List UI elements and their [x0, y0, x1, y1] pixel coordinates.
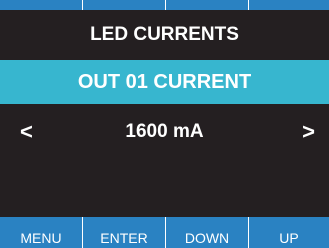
increase-arrow-icon[interactable]: > [302, 114, 315, 150]
menu-button[interactable]: MENU [0, 217, 82, 248]
screen-title: LED CURRENTS [90, 24, 239, 45]
softkey-bar: MENU ENTER DOWN UP [0, 217, 329, 248]
up-button[interactable]: UP [249, 217, 329, 248]
parameter-label: OUT 01 CURRENT [77, 70, 252, 93]
top-strip-divider [248, 0, 249, 10]
enter-button[interactable]: ENTER [83, 217, 165, 248]
top-strip-divider [165, 0, 166, 10]
selected-parameter-bar: OUT 01 CURRENT [0, 60, 329, 104]
current-value: 1600 mA [125, 121, 204, 142]
top-strip-divider [82, 0, 83, 10]
top-button-strip [0, 0, 329, 10]
down-button[interactable]: DOWN [166, 217, 248, 248]
value-row: < 1600 mA > [0, 114, 329, 150]
